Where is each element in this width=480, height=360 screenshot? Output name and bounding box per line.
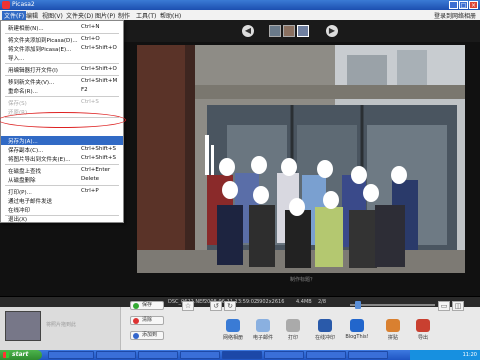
taskbar-item-active[interactable] xyxy=(222,351,262,359)
photo-tray: 将照片拖到此 xyxy=(0,307,121,350)
filmstrip-thumb[interactable] xyxy=(283,25,295,37)
filmstrip-thumb-selected[interactable] xyxy=(297,25,309,37)
menu-online-print[interactable]: 在线冲印 xyxy=(1,205,123,214)
menu-tools[interactable]: 工具(T) xyxy=(136,11,156,20)
menu-delete-from-disk[interactable]: 从磁盘删除 Delete xyxy=(1,175,123,184)
clock: 11:20 xyxy=(462,352,477,358)
menu-view[interactable]: 视图(V) xyxy=(42,11,63,20)
group-photo xyxy=(137,45,465,273)
menu-picture[interactable]: 图片(P) xyxy=(95,11,115,20)
close-button[interactable]: × xyxy=(469,1,478,9)
star-button[interactable]: ☆ xyxy=(182,301,194,311)
web-album-button[interactable]: 网络相册 xyxy=(218,318,248,344)
menu-email[interactable]: 通过电子邮件发送 xyxy=(1,196,123,205)
blogthis-button[interactable]: BlogThis! xyxy=(342,318,372,344)
menu-add-file[interactable]: 将文件添加到Picasa(E)... Ctrl+Shift+O xyxy=(1,44,123,53)
zoom-slider[interactable] xyxy=(350,300,435,310)
menu-save-copy[interactable]: 保存副本(C)... Ctrl+Shift+S xyxy=(1,145,123,154)
status-dimensions: 3902x2616 xyxy=(256,299,285,305)
taskbar-item[interactable] xyxy=(264,351,304,359)
taskbar-item[interactable] xyxy=(348,351,388,359)
rotate-right-button[interactable]: ↻ xyxy=(224,301,236,311)
tray-add-to-button[interactable]: 添加到 xyxy=(130,331,164,340)
menu-locate-on-disk[interactable]: 在磁盘上查找 Ctrl+Enter xyxy=(1,166,123,175)
collage-icon xyxy=(386,319,400,332)
menu-folder[interactable]: 文件夹(D) xyxy=(66,11,93,20)
plus-icon xyxy=(133,303,139,309)
rotate-left-button[interactable]: ↺ xyxy=(210,301,222,311)
taskbar-item[interactable] xyxy=(48,351,94,359)
tray-thumbnail[interactable] xyxy=(5,311,41,341)
menu-create[interactable]: 制作 xyxy=(118,11,130,20)
status-size: 4.4MB xyxy=(296,299,312,305)
export-button[interactable]: 导出 xyxy=(408,318,438,344)
menu-save-as[interactable]: 另存为(A)... xyxy=(1,136,123,145)
menu-edit[interactable]: 编辑 xyxy=(26,11,38,20)
maximize-button[interactable]: □ xyxy=(459,1,468,9)
taskbar-item[interactable] xyxy=(138,351,178,359)
menu-file[interactable]: 文件(F) xyxy=(2,11,27,20)
collage-button[interactable]: 拼贴 xyxy=(378,318,408,344)
menu-print[interactable]: 打印(P)... Ctrl+P xyxy=(1,187,123,196)
photo-view xyxy=(137,45,465,273)
zoom-slider-handle[interactable] xyxy=(355,301,361,309)
web-album-login-link[interactable]: 登录到网络相册 xyxy=(434,11,476,20)
tray-clear-button[interactable]: 清除 xyxy=(130,316,164,325)
menu-save[interactable]: 保存(S) Ctrl+S xyxy=(1,98,123,107)
menu-import[interactable]: 导入... xyxy=(1,53,123,62)
menu-new-album[interactable]: 新建相册(N)... Ctrl+N xyxy=(1,23,123,32)
email-button[interactable]: 电子邮件 xyxy=(248,318,278,344)
taskbar: start 11:20 xyxy=(0,350,480,360)
window-controls: _ □ × xyxy=(449,1,478,9)
clear-icon xyxy=(133,318,139,324)
menu-add-folder[interactable]: 将文件夹添加到Picasa(D)... Ctrl+O xyxy=(1,35,123,44)
view-button[interactable]: ▭ xyxy=(438,301,450,311)
printer-icon xyxy=(286,319,300,332)
menu-export-to-folder[interactable]: 将图片导出到文件夹(E)... Ctrl+Shift+S xyxy=(1,154,123,163)
previous-photo-button[interactable]: ◀ xyxy=(242,25,254,37)
fit-button[interactable]: ◫ xyxy=(452,301,464,311)
window-title: Picasa2 xyxy=(12,1,35,8)
menu-exit[interactable]: 退出(X) xyxy=(1,214,123,223)
taskbar-item[interactable] xyxy=(96,351,136,359)
envelope-icon xyxy=(256,319,270,332)
photo-caption[interactable]: 制作标题？ xyxy=(290,276,315,283)
tray-hint: 将照片拖到此 xyxy=(46,322,77,328)
menu-rename[interactable]: 重命名(R)... F2 xyxy=(1,86,123,95)
taskbar-item[interactable] xyxy=(180,351,220,359)
taskbar-item[interactable] xyxy=(306,351,346,359)
filmstrip-thumb[interactable] xyxy=(269,25,281,37)
photo-navigation-bar: ◀ ▶ xyxy=(124,20,480,42)
menu-open-in-editor[interactable]: 用编辑器打开文件(I) Ctrl+Shift+O xyxy=(1,65,123,74)
export-icon xyxy=(416,319,430,332)
print-button[interactable]: 打印 xyxy=(278,318,308,344)
folder-icon xyxy=(133,333,139,339)
shop-icon xyxy=(318,319,332,332)
start-button[interactable]: start xyxy=(0,350,42,360)
title-bar: Picasa2 _ □ × xyxy=(0,0,480,10)
status-index: 2/8 xyxy=(318,299,327,305)
windows-logo-icon xyxy=(3,352,9,358)
picasa-app-icon xyxy=(2,1,10,9)
globe-icon xyxy=(226,319,240,332)
highlight-annotation-oval xyxy=(0,112,126,128)
minimize-button[interactable]: _ xyxy=(449,1,458,9)
tray-save-button[interactable]: 保存 xyxy=(130,301,164,310)
menu-move-to-folder[interactable]: 移到新文件夹(V)... Ctrl+Shift+M xyxy=(1,77,123,86)
online-print-button[interactable]: 在线冲印 xyxy=(310,318,340,344)
menu-help[interactable]: 帮助(H) xyxy=(160,11,181,20)
next-photo-button[interactable]: ▶ xyxy=(326,25,338,37)
blog-icon xyxy=(350,319,364,332)
